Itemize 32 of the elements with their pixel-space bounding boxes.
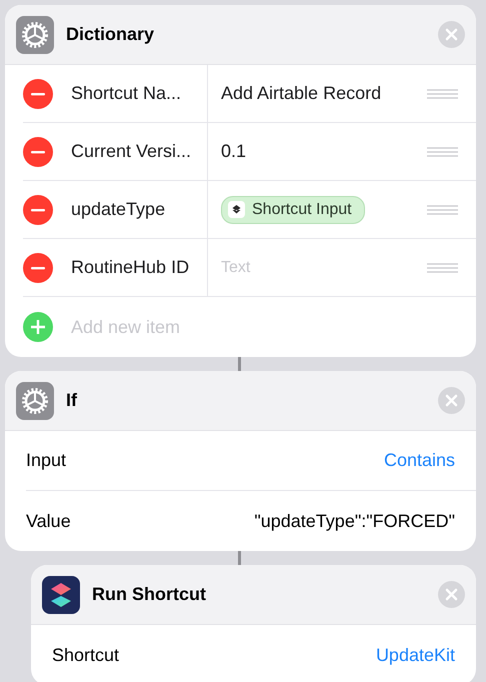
parameter-label: Input [26,449,66,472]
gear-icon [16,16,54,54]
action-title: Run Shortcut [92,583,207,606]
action-title: If [66,389,78,412]
close-icon[interactable] [438,581,465,608]
close-icon[interactable] [438,387,465,414]
key-label[interactable]: updateType [71,196,166,223]
remove-icon[interactable] [23,252,53,282]
parameter-value[interactable]: UpdateKit [376,642,455,668]
action-title: Dictionary [66,23,156,46]
drag-handle-icon[interactable] [427,88,458,98]
gear-icon [16,382,54,420]
parameter-value[interactable]: "updateType":"FORCED" [254,508,455,534]
value-field[interactable]: 0.1 [221,138,246,165]
key-label[interactable]: Current Versi... [71,138,192,165]
key-label[interactable]: Shortcut Na... [71,80,182,107]
value-field[interactable]: Add Airtable Record [221,80,382,107]
parameter-label: Shortcut [52,644,120,666]
close-icon[interactable] [438,21,465,48]
drag-handle-icon[interactable] [427,204,458,214]
layers-icon [228,201,245,218]
shortcuts-icon [42,576,80,614]
remove-icon[interactable] [23,136,53,166]
drag-handle-icon[interactable] [427,146,458,156]
drag-handle-icon[interactable] [427,262,458,272]
parameter-label: Value [26,510,71,532]
key-label[interactable]: RoutineHub ID [71,254,190,281]
remove-icon[interactable] [23,194,53,224]
remove-icon[interactable] [23,78,53,108]
parameter-value[interactable]: Contains [384,447,455,474]
add-icon[interactable] [23,312,53,342]
variable-token[interactable]: Shortcut Input [221,196,365,224]
